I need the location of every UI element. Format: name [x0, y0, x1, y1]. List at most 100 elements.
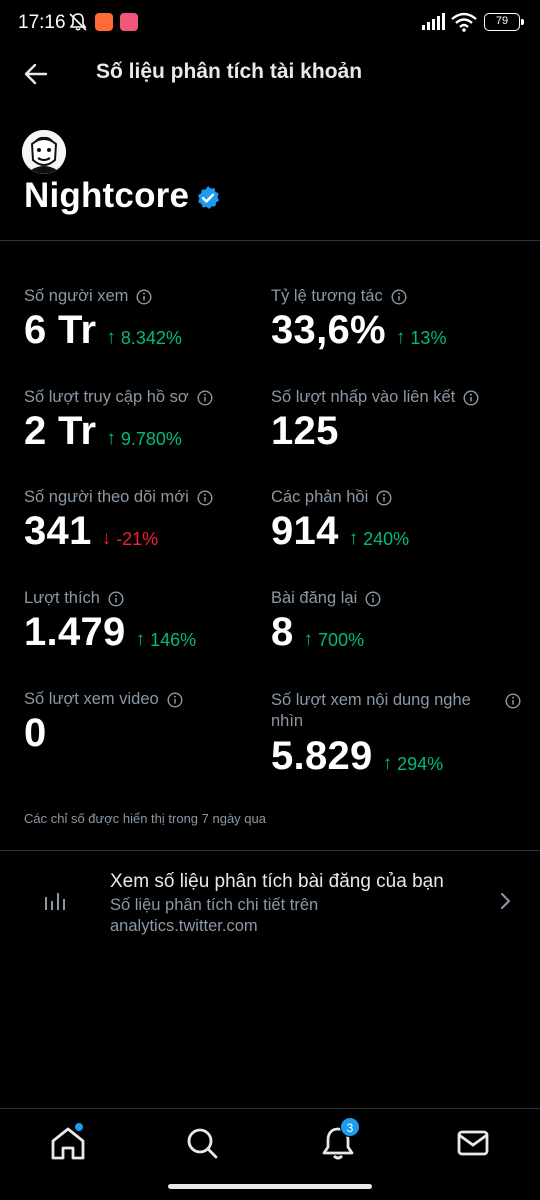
- metric-card: Tỷ lệ tương tác 33,6% ↑ 13%: [271, 287, 446, 353]
- info-icon[interactable]: [108, 590, 124, 607]
- messages-icon: [457, 1130, 489, 1156]
- arrow-up-icon: ↑: [106, 327, 116, 348]
- info-icon[interactable]: [376, 489, 392, 506]
- arrow-up-icon: ↑: [135, 629, 146, 650]
- metric-label: Số người xem: [24, 287, 182, 306]
- metric-value: 8: [271, 610, 294, 654]
- metric-card: Bài đăng lại 8 ↑ 700%: [271, 589, 381, 655]
- metric-change-value: 8.342%: [120, 327, 182, 348]
- nav-search[interactable]: [182, 1123, 222, 1163]
- page-title: Số liệu phân tích tài khoản: [96, 60, 363, 83]
- metric-value-row: 6 Tr ↑ 8.342%: [24, 308, 182, 353]
- metric-label: Tỷ lệ tương tác: [271, 287, 446, 306]
- metric-value-row: 341 ↓ -21%: [24, 509, 213, 554]
- verified-badge-icon: [198, 186, 220, 210]
- arrow-up-icon: ↑: [348, 528, 359, 549]
- metric-card: Số người xem 6 Tr ↑ 8.342%: [24, 287, 182, 353]
- metric-change: ↑ 8.342%: [106, 327, 182, 349]
- profile-name-row: Nightcore: [24, 176, 221, 216]
- metric-change-value: 9.780%: [120, 428, 182, 449]
- metric-value: 6 Tr: [24, 308, 97, 352]
- metric-label-text: Số lượt xem nội dung nghe nhìn: [271, 691, 471, 730]
- search-icon: [187, 1128, 218, 1159]
- metric-label: Số lượt nhấp vào liên kết: [271, 388, 479, 407]
- metric-value-row: 8 ↑ 700%: [271, 610, 381, 655]
- metric-change: ↑ 13%: [396, 327, 447, 349]
- app-notification-icon: [95, 13, 113, 31]
- metric-card: Số người theo dõi mới 341 ↓ -21%: [24, 488, 213, 554]
- metric-label-text: Các phản hồi: [271, 488, 369, 506]
- metric-card: Các phản hồi 914 ↑ 240%: [271, 488, 409, 554]
- metric-change: ↑ 146%: [136, 629, 197, 651]
- status-bar: 17:16 79: [0, 0, 540, 46]
- bar-chart-icon: [45, 893, 65, 910]
- metric-change-value: 240%: [363, 528, 410, 549]
- arrow-up-icon: ↑: [106, 428, 116, 449]
- metric-value-row: 0: [24, 711, 183, 756]
- arrow-down-icon: ↓: [101, 528, 112, 549]
- arrow-up-icon: ↑: [303, 629, 314, 650]
- metric-value: 33,6%: [271, 308, 386, 352]
- signal-icon: [422, 13, 445, 30]
- metric-change-value: 700%: [318, 629, 365, 650]
- chevron-right-icon: [501, 893, 510, 909]
- metric-value-row: 1.479 ↑ 146%: [24, 610, 196, 655]
- arrow-up-icon: ↑: [395, 327, 406, 348]
- metric-label-text: Số người xem: [24, 287, 129, 305]
- metric-label-text: Số lượt nhấp vào liên kết: [271, 388, 456, 406]
- metric-label: Bài đăng lại: [271, 589, 381, 608]
- metric-label-text: Bài đăng lại: [271, 589, 358, 607]
- metric-value: 0: [24, 711, 47, 755]
- wifi-icon: [451, 12, 477, 32]
- notifications-badge: 3: [340, 1117, 360, 1137]
- info-icon[interactable]: [136, 288, 152, 305]
- metric-label: Số người theo dõi mới: [24, 488, 213, 507]
- notifications-muted-icon: [69, 13, 87, 31]
- metric-value-row: 5.829 ↑ 294%: [271, 734, 521, 779]
- metric-label: Số lượt xem nội dung nghe nhìn: [271, 690, 521, 732]
- metric-label-text: Số người theo dõi mới: [24, 488, 189, 506]
- metric-card: Số lượt nhấp vào liên kết 125: [271, 388, 479, 454]
- metric-change: ↑ 9.780%: [106, 428, 182, 450]
- info-icon[interactable]: [197, 389, 213, 406]
- header: Số liệu phân tích tài khoản: [0, 46, 540, 102]
- arrow-up-icon: ↑: [382, 753, 393, 774]
- metric-value-row: 125: [271, 409, 479, 454]
- info-icon[interactable]: [197, 489, 213, 506]
- metric-value-row: 914 ↑ 240%: [271, 509, 409, 554]
- metric-label: Lượt thích: [24, 589, 196, 608]
- metric-label-text: Tỷ lệ tương tác: [271, 287, 383, 305]
- info-icon[interactable]: [365, 590, 381, 607]
- post-analytics-link[interactable]: Xem số liệu phân tích bài đăng của bạn S…: [0, 851, 540, 951]
- divider: [0, 240, 540, 241]
- metric-label: Số lượt xem video: [24, 690, 183, 709]
- avatar[interactable]: [22, 130, 66, 174]
- battery-icon: 79: [484, 13, 524, 31]
- metric-card: Lượt thích 1.479 ↑ 146%: [24, 589, 196, 655]
- post-analytics-title: Xem số liệu phân tích bài đăng của bạn: [110, 871, 444, 892]
- profile-name: Nightcore: [24, 176, 190, 215]
- nav-notifications[interactable]: 3: [318, 1117, 360, 1163]
- metric-value: 2 Tr: [24, 409, 97, 453]
- nav-messages[interactable]: [453, 1123, 493, 1163]
- metric-change: ↑ 294%: [383, 753, 444, 775]
- metric-label-text: Lượt thích: [24, 589, 100, 607]
- metric-card: Số lượt xem video 0: [24, 690, 183, 756]
- metric-change-value: 13%: [410, 327, 447, 348]
- back-button[interactable]: [20, 59, 52, 89]
- info-icon[interactable]: [391, 288, 407, 305]
- info-icon[interactable]: [505, 693, 521, 709]
- avatar-image: [22, 130, 66, 174]
- post-analytics-subtitle: Số liệu phân tích chi tiết trên analytic…: [110, 896, 319, 935]
- metric-value-row: 2 Tr ↑ 9.780%: [24, 409, 213, 454]
- metric-card: Số lượt truy cập hồ sơ 2 Tr ↑ 9.780%: [24, 388, 213, 454]
- metric-value: 1.479: [24, 610, 126, 654]
- metric-label: Số lượt truy cập hồ sơ: [24, 388, 213, 407]
- metric-value: 914: [271, 509, 339, 553]
- info-icon[interactable]: [167, 691, 183, 708]
- home-indicator[interactable]: [168, 1184, 372, 1189]
- metric-value: 341: [24, 509, 92, 553]
- info-icon[interactable]: [463, 389, 479, 406]
- nav-home[interactable]: [48, 1123, 88, 1163]
- metric-change: ↓ -21%: [102, 528, 159, 550]
